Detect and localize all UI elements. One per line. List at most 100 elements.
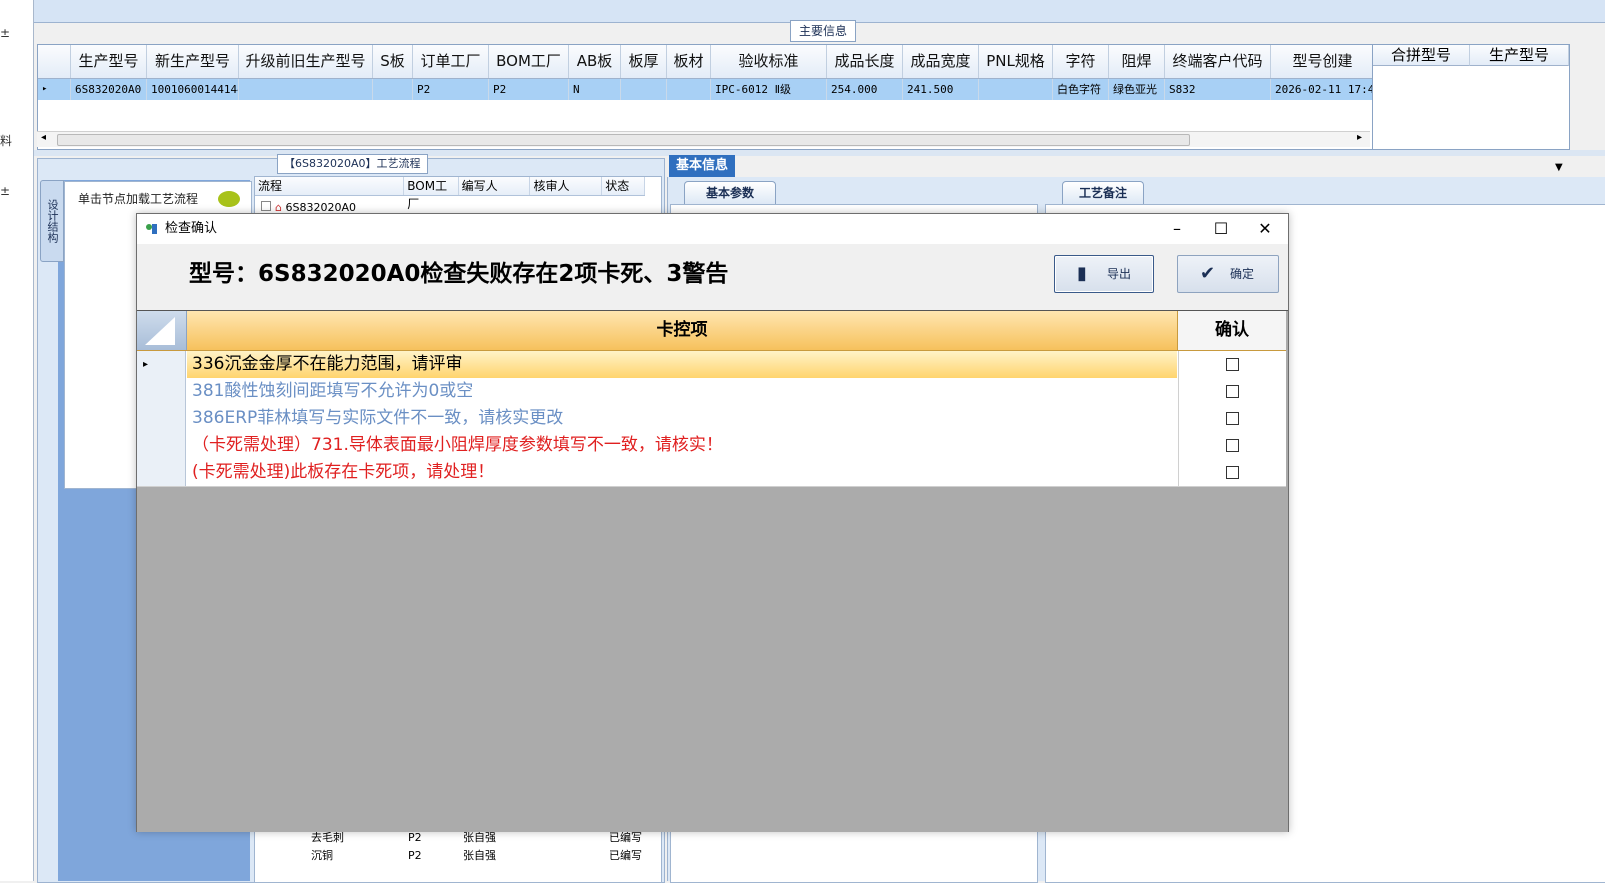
column-header[interactable]: 新生产型号 xyxy=(147,45,239,78)
main-info-header-row: 生产型号 新生产型号 升级前旧生产型号 S板 订单工厂 BOM工厂 AB板 板厚 板材 验收标准成… xyxy=(38,45,1375,79)
flow-col-bom[interactable]: BOM工厂 xyxy=(404,177,459,211)
table-cell[interactable] xyxy=(373,79,413,100)
left-strip: ± 料 ± xyxy=(0,0,34,881)
column-header[interactable]: 型号创建 xyxy=(1271,45,1375,78)
column-header[interactable]: 成品长度 xyxy=(827,45,903,78)
column-header[interactable]: 字符 xyxy=(1053,45,1109,78)
table-cell[interactable]: 241.500 xyxy=(903,79,979,100)
table-cell[interactable]: 10010600144144 xyxy=(147,79,239,100)
dropdown-arrow-icon[interactable]: ▼ xyxy=(1555,162,1563,173)
confirm-checkbox[interactable] xyxy=(1226,385,1239,398)
collapse-icon[interactable] xyxy=(261,201,271,211)
maximize-button[interactable]: ☐ xyxy=(1199,214,1243,244)
grid-corner[interactable] xyxy=(137,311,187,350)
confirm-button[interactable]: ✔ 确定 xyxy=(1177,255,1279,293)
table-row[interactable]: 386ERP菲林填写与实际文件不一致，请核实更改 xyxy=(137,405,1286,433)
table-cell[interactable]: IPC-6012 Ⅱ级 xyxy=(711,79,827,100)
dialog-titlebar[interactable]: 检查确认 – ☐ ✕ xyxy=(137,214,1288,244)
scroll-left-icon[interactable]: ◂ xyxy=(41,132,46,143)
control-item-text: （卡死需处理）731.导体表面最小阻焊厚度参数填写不一致，请核实！ xyxy=(192,435,723,455)
column-header[interactable]: 成品宽度 xyxy=(903,45,979,78)
flow-col-status[interactable]: 状态 xyxy=(602,177,645,195)
splitter[interactable] xyxy=(34,150,1605,156)
export-button[interactable]: ▮ 导出 xyxy=(1054,255,1154,293)
check-result-headline: 型号：6S832020A0检查失败存在2项卡死、3警告 xyxy=(189,261,729,287)
column-header[interactable]: 验收标准 xyxy=(711,45,827,78)
scrollbar-thumb[interactable] xyxy=(57,134,1190,146)
design-structure-tab[interactable]: 设计结构 xyxy=(40,180,64,262)
control-item-text: 336沉金金厚不在能力范围，请评审 xyxy=(192,354,463,374)
scroll-right-icon[interactable]: ▸ xyxy=(1357,132,1362,143)
table-row[interactable]: 381酸性蚀刻间距填写不允许为0或空 xyxy=(137,378,1286,406)
table-cell[interactable] xyxy=(979,79,1053,100)
flow-col-process[interactable]: 流程 xyxy=(255,177,405,195)
tab-basic-params[interactable]: 基本参数 xyxy=(684,181,776,204)
flow-item-reviewer xyxy=(533,847,606,864)
control-item-text: 386ERP菲林填写与实际文件不一致，请核实更改 xyxy=(192,408,564,428)
left-strip-label-0: ± xyxy=(0,26,11,40)
tab-process-notes[interactable]: 工艺备注 xyxy=(1062,181,1144,204)
table-cell[interactable] xyxy=(239,79,373,100)
table-cell[interactable]: 254.000 xyxy=(827,79,903,100)
confirm-checkbox[interactable] xyxy=(1226,412,1239,425)
merge-model-header[interactable]: 合拼型号 xyxy=(1373,45,1470,66)
row-header[interactable] xyxy=(137,405,186,432)
table-row[interactable]: ▸ 6S832020A0 10010600144144 P2 P2 N IPC-6012 … xyxy=(38,79,1375,100)
table-cell[interactable]: 6S832020A0 xyxy=(71,79,147,100)
minimize-button[interactable]: – xyxy=(1155,214,1199,244)
table-cell[interactable]: P2 xyxy=(413,79,489,100)
table-cell[interactable] xyxy=(621,79,667,100)
table-row[interactable]: （卡死需处理）731.导体表面最小阻焊厚度参数填写不一致，请核实！ xyxy=(137,432,1286,460)
export-button-label: 导出 xyxy=(1107,267,1132,281)
list-item[interactable]: 沉铜 P2 张自强 已编写 xyxy=(255,847,649,864)
flow-item-bom: P2 xyxy=(408,849,422,862)
column-header[interactable]: BOM工厂 xyxy=(489,45,569,78)
table-cell[interactable]: 白色字符 xyxy=(1053,79,1109,100)
merge-model-grid[interactable]: 合拼型号 生产型号 xyxy=(1372,44,1570,150)
column-header[interactable]: PNL规格 xyxy=(979,45,1053,78)
table-cell[interactable]: S832 xyxy=(1165,79,1271,100)
column-header[interactable]: 板厚 xyxy=(621,45,667,78)
flow-item-writer: 张自强 xyxy=(463,849,496,862)
row-header[interactable] xyxy=(137,459,186,486)
production-model-header[interactable]: 生产型号 xyxy=(1470,45,1569,66)
column-header[interactable]: S板 xyxy=(373,45,413,78)
column-divider xyxy=(1178,405,1179,432)
column-header[interactable]: 订单工厂 xyxy=(413,45,489,78)
column-header[interactable]: 升级前旧生产型号 xyxy=(239,45,373,78)
speech-bubble-icon xyxy=(218,191,240,207)
horizontal-scrollbar[interactable]: ◂ ▸ xyxy=(37,131,1370,147)
column-header[interactable]: 板材 xyxy=(667,45,711,78)
table-cell[interactable]: P2 xyxy=(489,79,569,100)
flow-col-writer[interactable]: 编写人 xyxy=(459,177,531,195)
row-header[interactable] xyxy=(137,432,186,459)
column-header[interactable]: 终端客户代码 xyxy=(1165,45,1271,78)
col-confirm[interactable]: 确认 xyxy=(1178,311,1286,350)
confirm-checkbox[interactable] xyxy=(1226,466,1239,479)
column-header[interactable]: 生产型号 xyxy=(71,45,147,78)
row-header[interactable] xyxy=(137,378,186,405)
grid-corner[interactable] xyxy=(38,45,71,78)
table-row[interactable]: (卡死需处理)此板存在卡死项，请处理！ xyxy=(137,459,1286,487)
column-header[interactable]: AB板 xyxy=(569,45,621,78)
table-row[interactable]: ▸ 336沉金金厚不在能力范围，请评审 xyxy=(137,351,1286,379)
table-cell[interactable]: N xyxy=(569,79,621,100)
book-icon: ▮ xyxy=(1077,263,1087,284)
row-header[interactable]: ▸ xyxy=(137,351,186,378)
confirm-button-label: 确定 xyxy=(1230,267,1255,281)
control-items-grid[interactable]: 卡控项 确认 ▸ 336沉金金厚不在能力范围，请评审 381酸性蚀刻间距填写不允许为… xyxy=(137,310,1288,832)
column-divider xyxy=(1178,459,1179,486)
dialog-title: 检查确认 xyxy=(165,221,218,236)
table-cell[interactable]: 绿色亚光 xyxy=(1109,79,1165,100)
tab-basic-info[interactable]: 基本信息 xyxy=(669,155,735,177)
col-control-item[interactable]: 卡控项 xyxy=(187,311,1178,350)
flow-item-name: 沉铜 xyxy=(311,849,333,862)
confirm-checkbox[interactable] xyxy=(1226,439,1239,452)
confirm-checkbox[interactable] xyxy=(1226,358,1239,371)
table-cell[interactable] xyxy=(667,79,711,100)
column-header[interactable]: 阻焊 xyxy=(1109,45,1165,78)
close-button[interactable]: ✕ xyxy=(1243,214,1287,244)
table-cell[interactable]: 2026-02-11 17:44: xyxy=(1271,79,1375,100)
flow-col-reviewer[interactable]: 核审人 xyxy=(530,177,603,195)
row-indicator-icon: ▸ xyxy=(38,79,71,100)
